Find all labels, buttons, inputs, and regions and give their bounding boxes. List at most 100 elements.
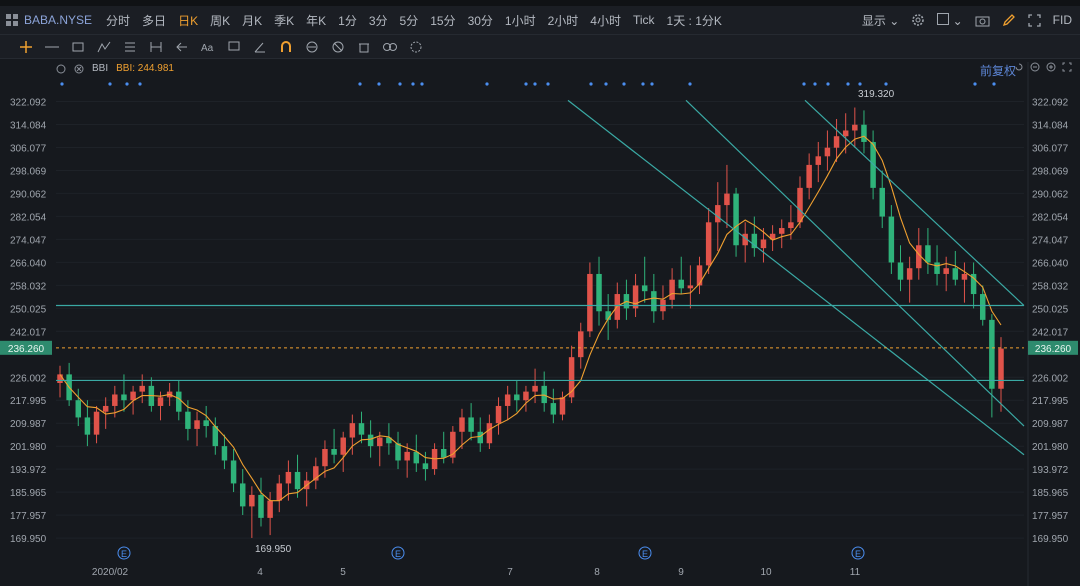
y-tick-label-right: 314.084 — [1032, 120, 1069, 131]
candle-body — [340, 437, 346, 455]
timeframe-tab[interactable]: 月K — [236, 12, 268, 29]
event-dot — [973, 82, 977, 86]
candle-body — [486, 423, 493, 444]
candle-body — [221, 446, 228, 461]
zoom-in-icon[interactable] — [1046, 62, 1056, 72]
camera-icon[interactable] — [975, 14, 990, 27]
indicator-close-icon[interactable] — [74, 64, 84, 74]
indicator-settings-icon[interactable] — [56, 64, 66, 74]
drawing-settings-icon[interactable] — [408, 39, 424, 55]
timeframe-tab[interactable]: 周K — [204, 12, 236, 29]
trading-app: BABA.NYSE 分时 多日 日K 周K 月K 季K 年K 1分 3分 5分 15分 30分 1小时 2… — [0, 0, 1080, 586]
timeframe-tab[interactable]: 日K — [172, 12, 204, 29]
y-tick-label-left: 185.965 — [10, 488, 47, 499]
fid-button[interactable]: FID — [1053, 13, 1072, 27]
indicator-name[interactable]: BBI — [92, 63, 108, 74]
symbol-selector[interactable]: BABA.NYSE — [6, 13, 100, 27]
timeframe-tab[interactable]: 年K — [300, 12, 332, 29]
x-tick-label: 2020/02 — [92, 567, 129, 578]
arrow-tool-icon[interactable] — [174, 39, 190, 55]
move-cross-icon[interactable] — [18, 39, 34, 55]
text-tool-icon[interactable]: Aa — [200, 39, 216, 55]
x-tick-label: 7 — [507, 567, 513, 578]
y-tick-label-left: 314.084 — [10, 120, 47, 131]
event-dot — [420, 82, 424, 86]
y-tick-label-left: 217.995 — [10, 396, 47, 407]
price-chart[interactable]: 322.092 322.092 314.084 314.084 306.077 306.0… — [0, 60, 1080, 586]
candle-body — [358, 423, 365, 435]
chart-view-icons — [1014, 62, 1072, 72]
event-dot — [125, 82, 129, 86]
candle-body — [203, 420, 209, 427]
pencil-icon[interactable] — [1002, 13, 1016, 27]
candle-body — [788, 222, 794, 229]
y-tick-label-right: 177.957 — [1032, 511, 1069, 522]
timeframe-tab[interactable]: 1天 : 1分K — [661, 12, 728, 29]
fib-tool-icon[interactable] — [122, 39, 138, 55]
y-tick-label-right: 201.980 — [1032, 442, 1069, 453]
display-menu[interactable]: 显示 ⌄ — [862, 12, 899, 29]
timeframe-tab[interactable]: 4小时 — [584, 12, 627, 29]
timeframe-tab[interactable]: Tick — [627, 13, 661, 27]
event-dot — [846, 82, 850, 86]
hide-tool-icon[interactable] — [330, 39, 346, 55]
pattern-tool-icon[interactable] — [96, 39, 112, 55]
timeframe-tab[interactable]: 2小时 — [542, 12, 585, 29]
event-dot — [533, 82, 537, 86]
earnings-marker-label: E — [395, 549, 401, 559]
link-tool-icon[interactable] — [382, 39, 398, 55]
y-tick-label-left: 193.972 — [10, 465, 47, 476]
adjust-button[interactable]: 前复权 — [980, 62, 1016, 79]
timeframe-tab[interactable]: 1小时 — [499, 12, 542, 29]
channel-trendline[interactable] — [804, 99, 1025, 306]
candle-body — [102, 405, 109, 412]
line-tool-icon[interactable] — [44, 39, 60, 55]
comment-tool-icon[interactable] — [226, 39, 242, 55]
candle-body — [550, 403, 557, 415]
event-dot — [826, 82, 830, 86]
y-tick-label-left: 266.040 — [10, 258, 47, 269]
candle-body — [842, 130, 849, 137]
event-dot — [524, 82, 528, 86]
candle-body — [75, 400, 82, 418]
candle-body — [906, 268, 913, 280]
timeframe-tab[interactable]: 季K — [268, 12, 300, 29]
candle-body — [861, 124, 867, 142]
candle-body — [377, 437, 383, 447]
delete-tool-icon[interactable] — [356, 39, 372, 55]
candle-body — [989, 319, 995, 389]
candle-body — [879, 187, 885, 217]
rect-tool-icon[interactable] — [70, 39, 86, 55]
y-tick-label-right: 169.950 — [1032, 534, 1069, 545]
event-dot — [358, 82, 362, 86]
settings-gear-icon[interactable] — [911, 13, 925, 27]
candle-body — [276, 483, 283, 501]
y-tick-label-right: 193.972 — [1032, 465, 1069, 476]
measure-tool-icon[interactable] — [148, 39, 164, 55]
candle-body — [495, 405, 502, 424]
event-dot — [641, 82, 645, 86]
expand-icon[interactable] — [1062, 62, 1072, 72]
timeframe-tab[interactable]: 30分 — [462, 12, 499, 29]
magnet-icon[interactable] — [278, 39, 294, 55]
timeframe-tab[interactable]: 5分 — [394, 12, 425, 29]
timeframe-tab[interactable]: 1分 — [332, 12, 363, 29]
candle-body — [961, 273, 968, 280]
layout-checkbox[interactable]: ⌄ — [937, 12, 963, 28]
candle-body — [797, 187, 803, 223]
candle-body — [943, 268, 949, 274]
indicator-value: BBI: 244.981 — [116, 63, 174, 74]
timeframe-tab[interactable]: 15分 — [424, 12, 461, 29]
fullscreen-icon[interactable] — [1028, 13, 1041, 27]
timeframe-tab[interactable]: 3分 — [363, 12, 394, 29]
angle-tool-icon[interactable] — [252, 39, 268, 55]
zoom-out-icon[interactable] — [1030, 62, 1040, 72]
timeframe-tab[interactable]: 多日 — [136, 12, 172, 29]
candle-body — [57, 374, 63, 383]
reset-icon[interactable] — [1014, 62, 1024, 72]
toolbar-right: 显示 ⌄ ⌄ FID — [862, 6, 1072, 34]
y-tick-label-right: 274.047 — [1032, 235, 1069, 246]
lock-tool-icon[interactable] — [304, 39, 320, 55]
candle-body — [952, 268, 959, 280]
timeframe-tab[interactable]: 分时 — [100, 12, 136, 29]
